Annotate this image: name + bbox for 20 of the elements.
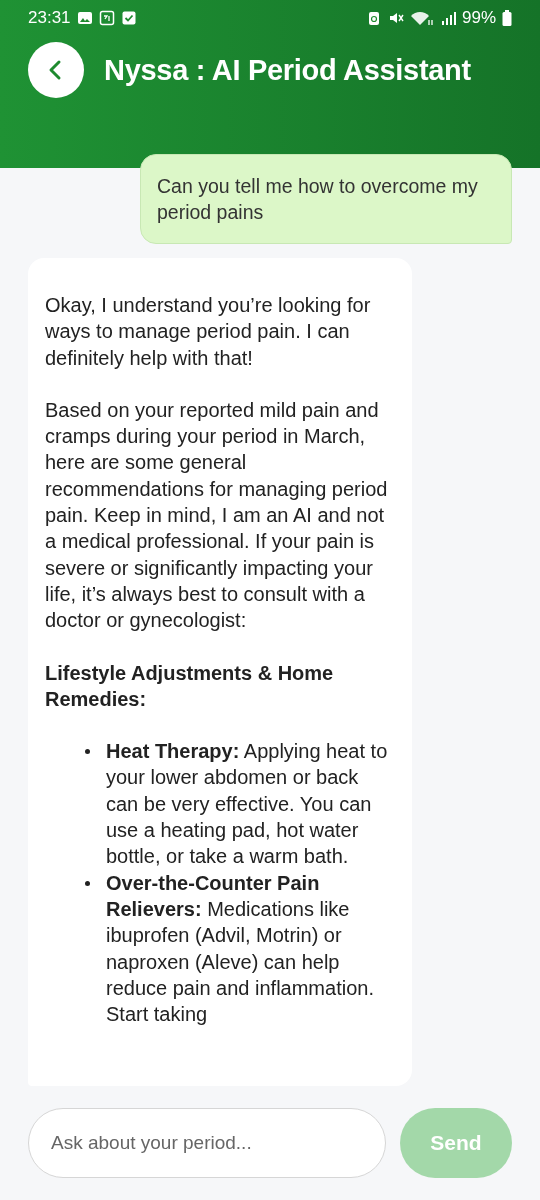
message-heading: Lifestyle Adjustments & Home Remedies: (45, 660, 335, 712)
checkbox-icon (120, 10, 137, 26)
bullet-text: Over-the-Counter Pain Relievers: Medications like ibuprofen (Advil, Motrin) or naproxen (Aleve) can help reduce pain and inflammation. Start taking (106, 870, 375, 1028)
bullet-icon (85, 749, 90, 755)
user-message-text: Can you tell me how to overcome my period pains (157, 175, 478, 223)
battery-percent: 99% (461, 8, 496, 28)
bullet-icon (85, 880, 90, 886)
chat-title: Nyssa : AI Period Assistant (104, 53, 471, 87)
battery-icon (502, 10, 512, 26)
signal-icon (439, 10, 456, 26)
status-time: 23:31 (28, 8, 71, 28)
back-button[interactable] (28, 42, 84, 98)
wifi-icon (409, 10, 434, 26)
calendar-icon (98, 10, 115, 26)
message-input-field[interactable]: Ask about your period... (28, 1108, 386, 1178)
message-paragraph: Okay, I understand you’re looking for ways to manage period pain. I can definitely help with that! (45, 293, 372, 371)
bullet-text: Heat Therapy: Applying heat to your lower abdomen or back can be very effective. You can use a heating pad, hot water bottle, or take a warm bath. (106, 739, 389, 870)
message-paragraph: Based on your reported mild pain and cramps during your period in March, here are some general recommendations for managing period pain. Keep in mind, I am an AI and not a medical professional. If your pain is severe or significantly impacting your life, it’s always best to consult with a doctor or gynecologist: (45, 397, 389, 634)
mute-icon (387, 10, 404, 26)
image-icon (76, 10, 93, 26)
